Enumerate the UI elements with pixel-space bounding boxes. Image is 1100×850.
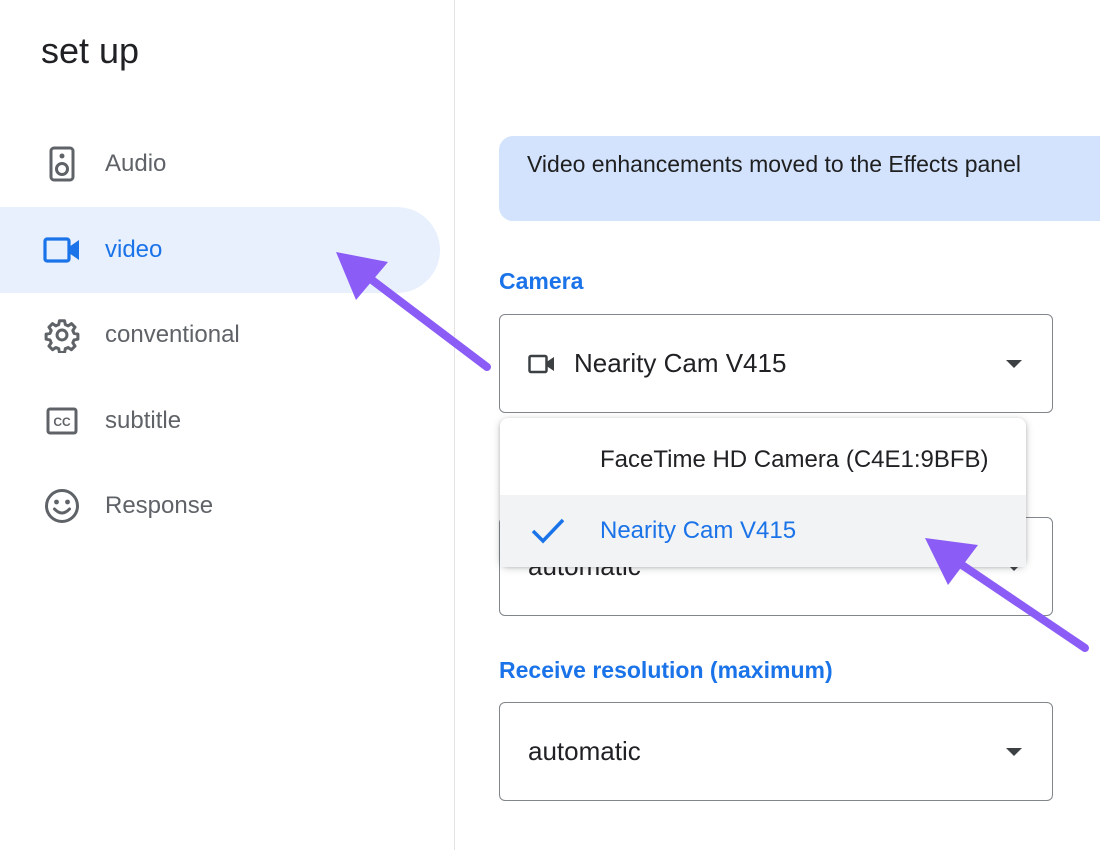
page-title: set up bbox=[41, 30, 140, 71]
camera-dropdown-menu: FaceTime HD Camera (C4E1:9BFB) Nearity C… bbox=[500, 418, 1026, 567]
sidebar-item-label: subtitle bbox=[105, 407, 182, 434]
svg-text:CC: CC bbox=[53, 415, 71, 429]
camera-label: Camera bbox=[499, 268, 584, 294]
sidebar-item-label: Audio bbox=[105, 150, 167, 177]
closed-caption-icon: CC bbox=[43, 402, 81, 440]
receive-resolution-select[interactable]: automatic bbox=[499, 702, 1053, 801]
menu-item-label: FaceTime HD Camera (C4E1:9BFB) bbox=[600, 446, 989, 473]
smiley-icon bbox=[43, 487, 81, 525]
chevron-down-icon bbox=[1006, 747, 1022, 756]
sidebar-item-conventional[interactable]: conventional bbox=[0, 292, 440, 378]
gear-icon bbox=[43, 316, 81, 354]
sidebar-item-label: conventional bbox=[105, 321, 240, 348]
sidebar-item-response[interactable]: Response bbox=[0, 463, 440, 549]
sidebar-item-audio[interactable]: Audio bbox=[0, 121, 440, 207]
camera-option-facetime[interactable]: FaceTime HD Camera (C4E1:9BFB) bbox=[500, 424, 1026, 496]
menu-item-label: Nearity Cam V415 bbox=[600, 517, 797, 544]
sidebar-item-label: video bbox=[105, 236, 163, 263]
check-icon bbox=[530, 515, 566, 552]
settings-page: set up Audio video conventional CC subti… bbox=[0, 0, 1100, 850]
sidebar-item-label: Response bbox=[105, 492, 214, 519]
sidebar: set up Audio video conventional CC subti… bbox=[0, 0, 455, 850]
info-banner: Video enhancements moved to the Effects … bbox=[499, 136, 1100, 221]
camera-select-value: Nearity Cam V415 bbox=[574, 348, 787, 378]
videocam-icon bbox=[528, 354, 556, 374]
speaker-icon bbox=[43, 145, 81, 183]
chevron-down-icon bbox=[1006, 359, 1022, 368]
sidebar-item-video[interactable]: video bbox=[0, 207, 440, 293]
camera-option-nearity[interactable]: Nearity Cam V415 bbox=[500, 495, 1026, 567]
sidebar-item-subtitle[interactable]: CC subtitle bbox=[0, 378, 440, 464]
camera-select[interactable]: Nearity Cam V415 bbox=[499, 314, 1053, 413]
videocam-icon bbox=[43, 231, 81, 269]
receive-resolution-label: Receive resolution (maximum) bbox=[499, 657, 833, 683]
receive-resolution-value: automatic bbox=[528, 736, 641, 766]
